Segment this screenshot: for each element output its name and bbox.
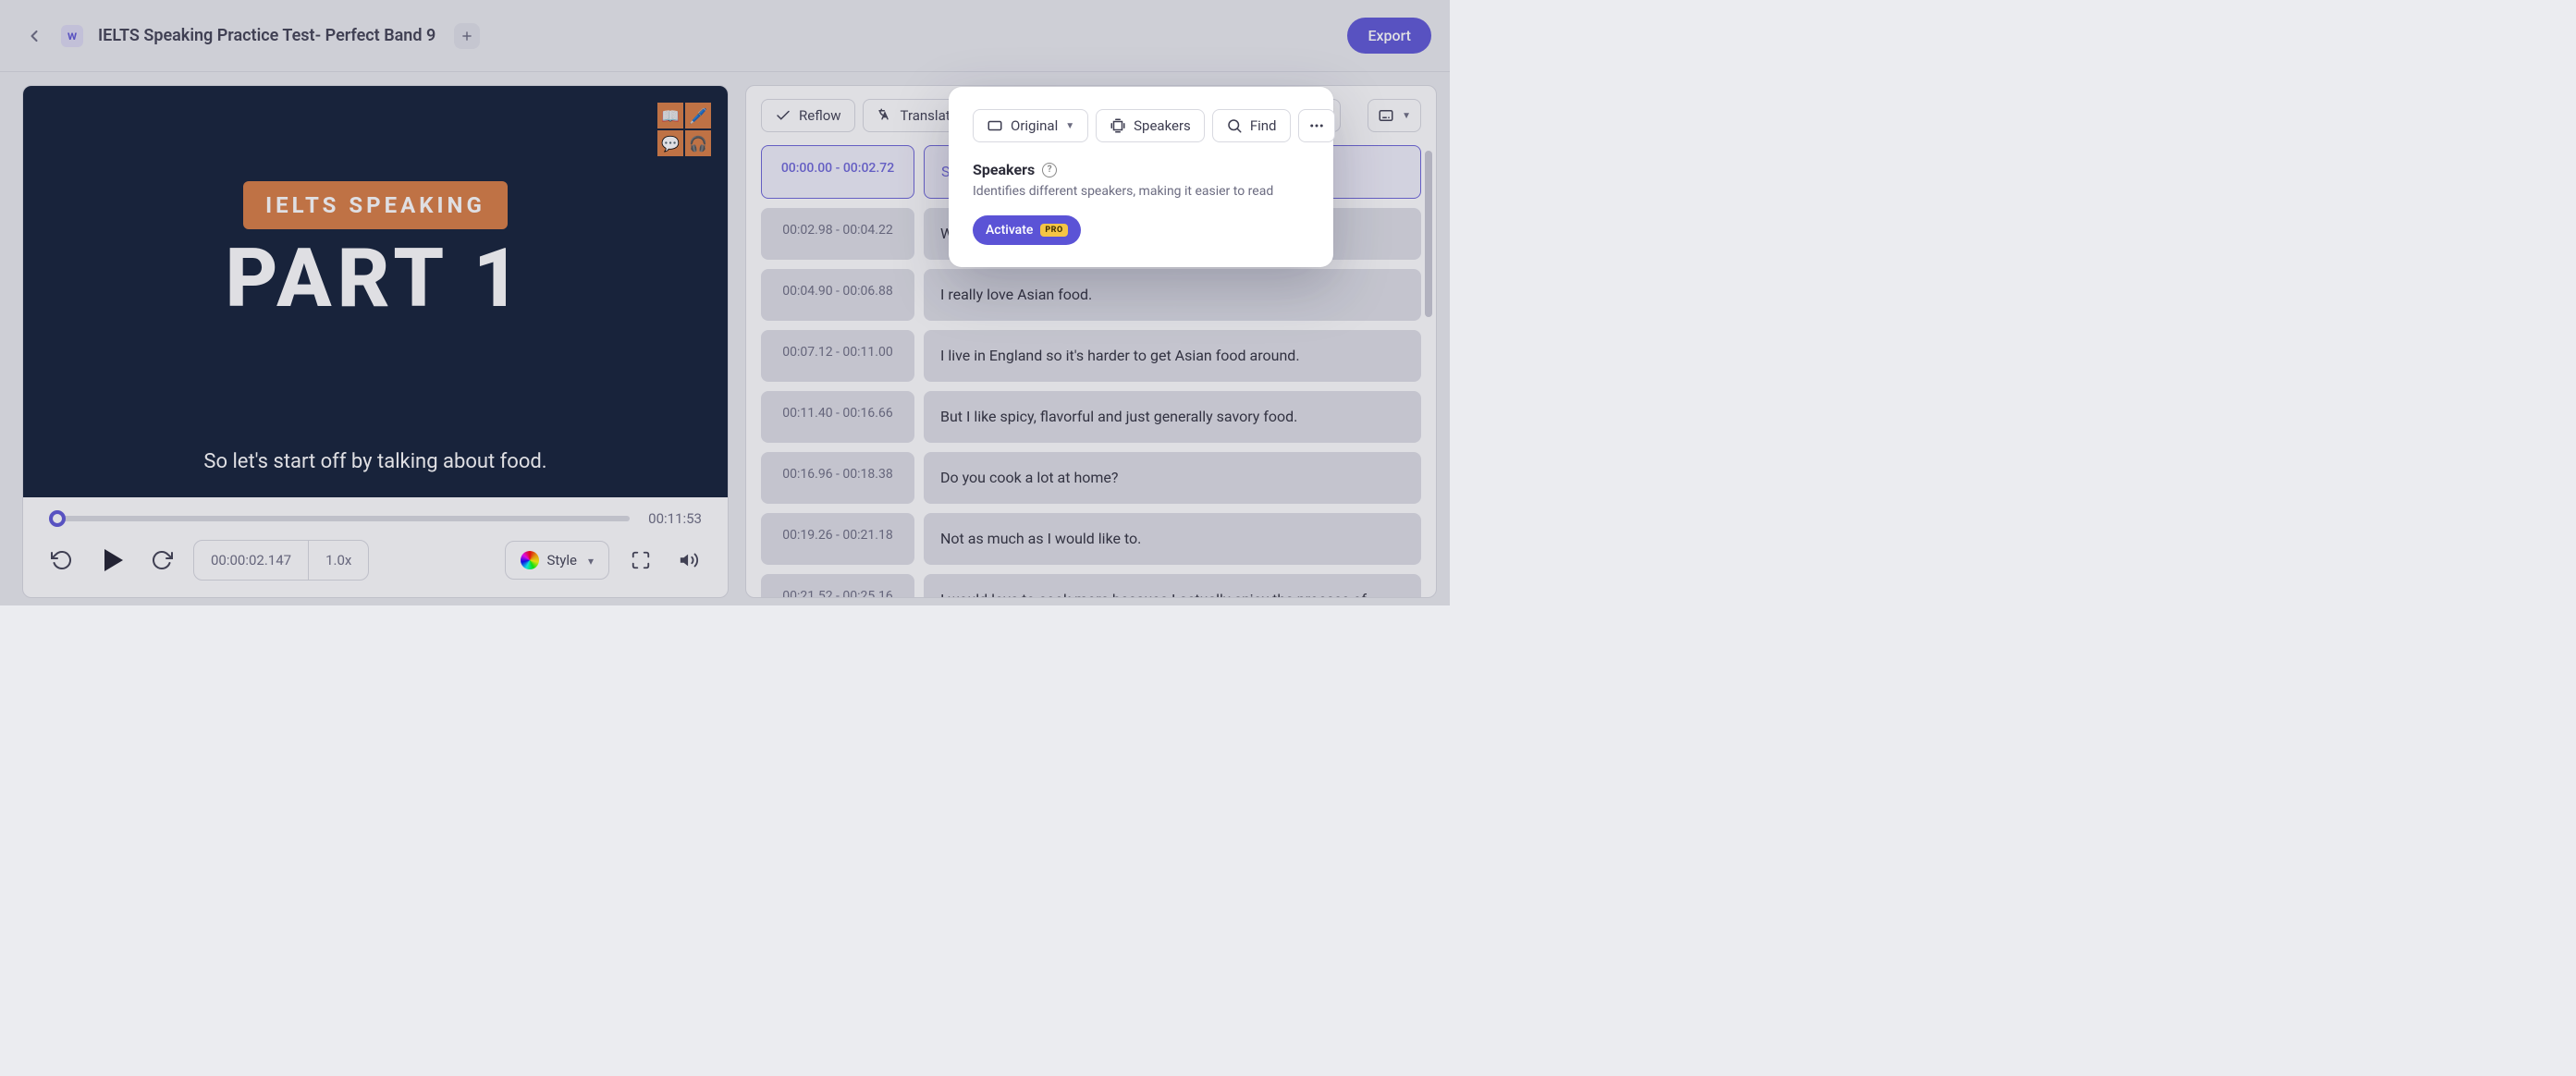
transcript-time[interactable]: 00:04.90 - 00:06.88 (761, 269, 914, 321)
transcript-text[interactable]: But I like spicy, flavorful and just gen… (924, 391, 1421, 443)
video-panel: 📖 🖊️ 💬 🎧 IELTS SPEAKING PART 1 So let's … (22, 85, 729, 598)
book-icon: 📖 (657, 103, 683, 128)
activate-label: Activate (986, 223, 1033, 238)
forward-button[interactable] (145, 544, 178, 577)
transcript-text[interactable]: I would love to cook more because I actu… (924, 574, 1421, 597)
transcript-time[interactable]: 00:21.52 - 00:25.16 (761, 574, 914, 597)
speakers-button-popover[interactable]: Speakers (1096, 109, 1205, 142)
more-button-popover[interactable] (1298, 109, 1335, 142)
transcript-time[interactable]: 00:00.00 - 00:02.72 (761, 145, 914, 199)
transcript-text[interactable]: I really love Asian food. (924, 269, 1421, 321)
transcript-time[interactable]: 00:16.96 - 00:18.38 (761, 452, 914, 504)
current-time[interactable]: 00:00:02.147 (194, 541, 309, 580)
video-caption: So let's start off by talking about food… (203, 450, 546, 473)
reflow-button[interactable]: Reflow (761, 99, 855, 132)
chevron-down-icon: ▼ (1402, 111, 1411, 121)
add-button[interactable] (454, 23, 480, 49)
video-subtitle: IELTS SPEAKING (243, 181, 508, 229)
transcript-time[interactable]: 00:11.40 - 00:16.66 (761, 391, 914, 443)
chevron-down-icon (584, 552, 594, 569)
subtitle-view-button[interactable]: ▼ (1368, 99, 1421, 132)
reflow-label: Reflow (799, 107, 841, 124)
transcript-text[interactable]: Do you cook a lot at home? (924, 452, 1421, 504)
play-button[interactable] (93, 542, 130, 579)
timeline-knob[interactable] (49, 510, 66, 527)
scrollbar[interactable] (1425, 151, 1432, 317)
time-rate-box: 00:00:02.147 1.0x (193, 540, 369, 581)
speakers-popover: Original ▼ Speakers Find Speakers ? Iden… (949, 87, 1333, 267)
video-badge-icons: 📖 🖊️ 💬 🎧 (657, 103, 711, 156)
player-controls: 00:00:02.147 1.0x Style (23, 531, 728, 597)
volume-button[interactable] (672, 544, 705, 577)
transcript-row[interactable]: 00:07.12 - 00:11.00I live in England so … (761, 330, 1421, 382)
back-button[interactable] (18, 20, 50, 52)
playback-rate[interactable]: 1.0x (309, 541, 368, 580)
original-dropdown-popover[interactable]: Original ▼ (973, 109, 1088, 142)
style-label: Style (546, 552, 577, 569)
transcript-row[interactable]: 00:21.52 - 00:25.16 I would love to cook … (761, 574, 1421, 597)
transcript-time[interactable]: 00:07.12 - 00:11.00 (761, 330, 914, 382)
header: w IELTS Speaking Practice Test- Perfect … (0, 0, 1450, 72)
transcript-row[interactable]: 00:19.26 - 00:21.18Not as much as I woul… (761, 513, 1421, 565)
popover-title-row: Speakers ? (973, 161, 1309, 178)
chevron-down-icon: ▼ (1065, 121, 1074, 131)
timeline-row: 00:11:53 (23, 497, 728, 531)
original-label: Original (1011, 117, 1058, 134)
feather-icon: 🖊️ (685, 103, 711, 128)
timeline[interactable] (49, 516, 630, 521)
page-title[interactable]: IELTS Speaking Practice Test- Perfect Ba… (98, 26, 435, 45)
find-button-popover[interactable]: Find (1212, 109, 1291, 142)
activate-button[interactable]: Activate PRO (973, 215, 1081, 245)
video-title-block: IELTS SPEAKING PART 1 (23, 181, 728, 320)
rewind-button[interactable] (45, 544, 79, 577)
transcript-text[interactable]: I live in England so it's harder to get … (924, 330, 1421, 382)
transcript-row[interactable]: 00:16.96 - 00:18.38Do you cook a lot at … (761, 452, 1421, 504)
info-icon[interactable]: ? (1042, 163, 1057, 177)
find-label: Find (1250, 117, 1277, 134)
transcript-time[interactable]: 00:19.26 - 00:21.18 (761, 513, 914, 565)
transcript-row[interactable]: 00:11.40 - 00:16.66But I like spicy, fla… (761, 391, 1421, 443)
transcript-text[interactable]: Not as much as I would like to. (924, 513, 1421, 565)
app-logo: w (61, 25, 83, 47)
pro-badge: PRO (1040, 224, 1067, 237)
color-wheel-icon (521, 551, 539, 569)
export-button[interactable]: Export (1347, 18, 1431, 54)
popover-subtitle: Identifies different speakers, making it… (973, 184, 1309, 199)
speech-icon: 💬 (657, 130, 683, 156)
popover-title: Speakers (973, 161, 1035, 178)
video-duration: 00:11:53 (648, 510, 702, 527)
video-title: PART 1 (23, 238, 728, 320)
style-button[interactable]: Style (505, 541, 609, 580)
speakers-label: Speakers (1134, 117, 1191, 134)
transcript-row[interactable]: 00:04.90 - 00:06.88I really love Asian f… (761, 269, 1421, 321)
transcript-time[interactable]: 00:02.98 - 00:04.22 (761, 208, 914, 260)
headphones-icon: 🎧 (685, 130, 711, 156)
fullscreen-button[interactable] (624, 544, 657, 577)
video-frame[interactable]: 📖 🖊️ 💬 🎧 IELTS SPEAKING PART 1 So let's … (23, 86, 728, 497)
